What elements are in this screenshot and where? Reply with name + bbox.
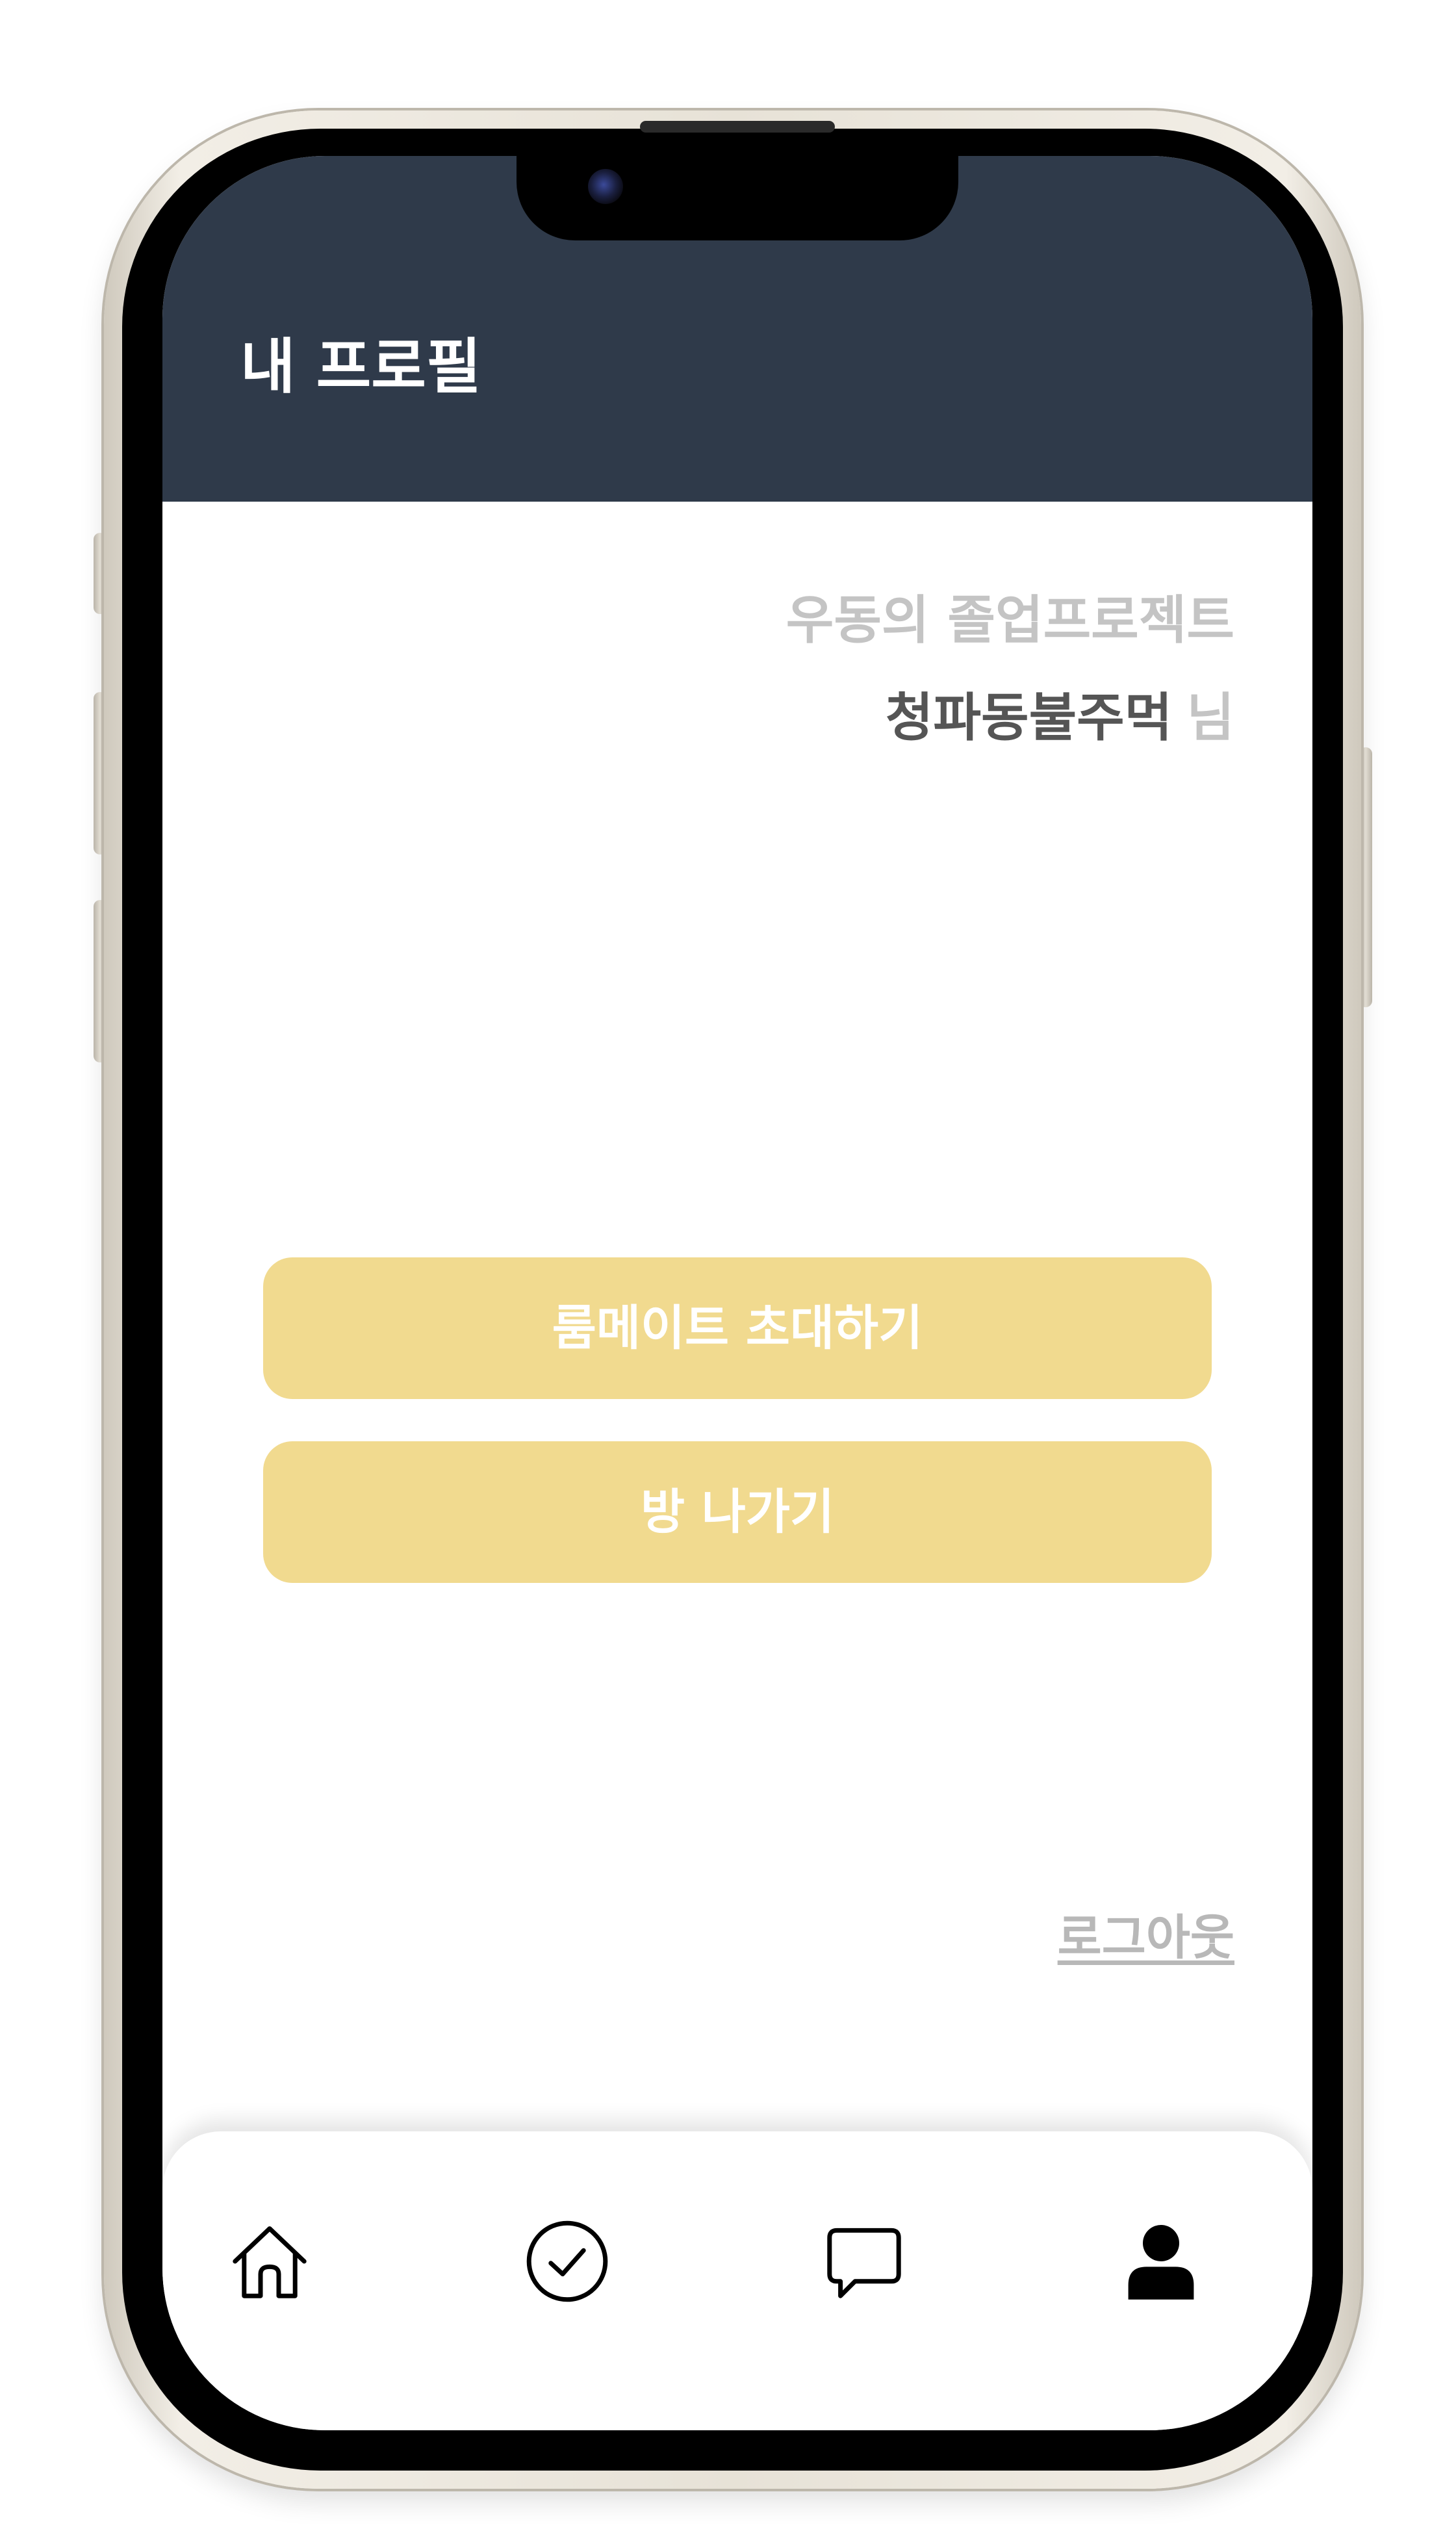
nav-home[interactable] [218,2209,322,2313]
app-screen: 내 프로필 우동의 졸업프로젝트 청파동불주먹 님 룸메이트 초대하기 방 나가기… [162,156,1312,2430]
home-icon [224,2216,315,2307]
nav-todo[interactable] [515,2209,619,2313]
front-camera [588,169,623,204]
notch [517,156,958,240]
leave-room-button[interactable]: 방 나가기 [263,1441,1212,1583]
invite-roommate-button[interactable]: 룸메이트 초대하기 [263,1257,1212,1399]
nav-chat[interactable] [812,2209,916,2313]
nav-profile[interactable] [1109,2209,1213,2313]
logout-link[interactable]: 로그아웃 [1058,1905,1234,1970]
chat-icon [819,2216,910,2307]
screenshot-stage: 내 프로필 우동의 졸업프로젝트 청파동불주먹 님 룸메이트 초대하기 방 나가기… [0,0,1456,2531]
check-circle-icon [522,2216,613,2307]
earpiece-speaker [640,121,835,133]
user-name: 청파동불주먹 [885,687,1173,748]
user-greeting: 청파동불주먹 님 [886,682,1234,754]
bottom-navigation [162,2131,1312,2430]
page-title: 내 프로필 [240,332,481,402]
power-button [1359,747,1372,1007]
user-honorific: 님 [1186,687,1234,748]
project-name: 우동의 졸업프로젝트 [785,590,1234,650]
user-icon [1116,2216,1207,2307]
profile-content: 우동의 졸업프로젝트 청파동불주먹 님 룸메이트 초대하기 방 나가기 로그아웃 [162,502,1312,2118]
